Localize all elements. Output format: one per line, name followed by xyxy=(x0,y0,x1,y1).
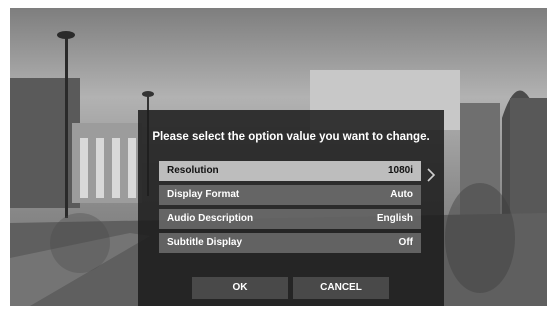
option-value: English xyxy=(376,213,413,224)
cancel-button[interactable]: CANCEL xyxy=(293,277,389,299)
ok-button[interactable]: OK xyxy=(192,277,288,299)
option-row-subtitle-display[interactable]: Subtitle Display Off xyxy=(159,233,421,253)
option-value: Auto xyxy=(390,189,413,200)
option-value: 1080i xyxy=(387,165,413,176)
option-label: Subtitle Display xyxy=(167,237,243,248)
option-label: Audio Description xyxy=(167,213,254,224)
option-value: Off xyxy=(398,237,413,248)
option-label: Display Format xyxy=(167,189,240,200)
chevron-right-icon[interactable] xyxy=(426,168,436,182)
screen: Please select the option value you want … xyxy=(0,0,557,314)
tv-video-background: Please select the option value you want … xyxy=(10,8,547,306)
option-row-audio-description[interactable]: Audio Description English xyxy=(159,209,421,229)
option-row-resolution[interactable]: Resolution 1080i xyxy=(159,161,421,181)
dialog-prompt: Please select the option value you want … xyxy=(152,131,430,143)
option-row-display-format[interactable]: Display Format Auto xyxy=(159,185,421,205)
option-label: Resolution xyxy=(167,165,219,176)
settings-dialog: Please select the option value you want … xyxy=(138,110,444,306)
